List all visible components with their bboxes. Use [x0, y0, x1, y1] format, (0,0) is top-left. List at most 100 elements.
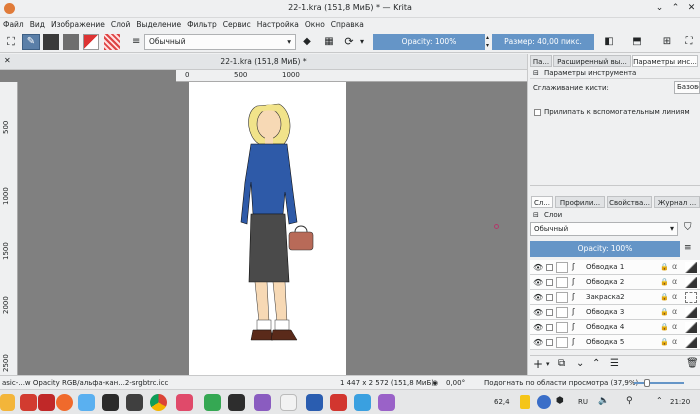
lock-icon[interactable]: 🔒 [660, 278, 669, 286]
swap-colors-icon[interactable] [83, 34, 99, 50]
tab-tool-options[interactable]: Параметры инс... [632, 55, 698, 67]
inherit-alpha-icon[interactable] [685, 322, 697, 333]
inherit-alpha-icon[interactable] [685, 292, 697, 303]
office-app-icon[interactable] [38, 394, 55, 411]
eraser-icon[interactable]: ◆ [300, 34, 314, 50]
visibility-icon[interactable]: 👁 [533, 308, 543, 317]
move-layer-down-icon[interactable]: ⌄ [576, 358, 584, 369]
crop-icon[interactable]: ⛶ [4, 34, 18, 50]
inherit-alpha-icon[interactable] [685, 337, 697, 348]
visibility-icon[interactable]: 👁 [533, 293, 543, 302]
browser-app-icon[interactable] [56, 394, 73, 411]
layer-row[interactable]: 👁 ʃ Обводка 1 🔒 α [530, 260, 700, 275]
alpha-lock-icon[interactable]: α [672, 337, 677, 346]
smoothing-select[interactable]: Базовое [674, 81, 700, 94]
mirror-horizontal-icon[interactable]: ◧ [602, 34, 616, 50]
clock-time[interactable]: 21:20 [670, 398, 690, 406]
zoom-slider[interactable] [634, 382, 684, 384]
app-icon-13[interactable] [280, 394, 297, 411]
blend-mode-select[interactable]: Обычный ▾ [144, 34, 296, 50]
layer-checkbox[interactable] [546, 324, 553, 331]
maximize-icon[interactable]: ⌃ [670, 3, 681, 14]
inherit-alpha-icon[interactable] [685, 307, 697, 318]
close-icon[interactable]: ✕ [686, 3, 697, 14]
chrome-app-icon[interactable] [150, 394, 167, 411]
layer-row[interactable]: 👁 ʃ Обводка 4 🔒 α [530, 320, 700, 335]
brush-preset-icon[interactable]: ✎ [22, 34, 40, 50]
visibility-icon[interactable]: 👁 [533, 323, 543, 332]
visibility-icon[interactable]: 👁 [533, 338, 543, 347]
lock-icon[interactable]: 🔒 [660, 308, 669, 316]
alpha-lock-icon[interactable]: α [672, 292, 677, 301]
tray-app-icon[interactable]: ⬢ [556, 396, 564, 406]
cloud-app-icon[interactable] [78, 394, 95, 411]
layer-opacity-slider[interactable]: Opacity: 100% [530, 241, 680, 257]
image-viewer-icon[interactable] [176, 394, 193, 411]
layer-options-icon[interactable]: ≡ [684, 243, 692, 253]
lock-icon[interactable]: 🔒 [660, 338, 669, 346]
tray-qb-icon[interactable] [537, 395, 551, 409]
menu-tools[interactable]: Сервис [220, 18, 254, 31]
inherit-alpha-icon[interactable] [685, 277, 697, 288]
alpha-lock-icon[interactable]: α [672, 307, 677, 316]
app-icon-7[interactable] [126, 394, 143, 411]
app-icon-16[interactable] [354, 394, 371, 411]
reset-icon[interactable]: ▦ [322, 34, 336, 50]
tray-expand-icon[interactable]: ⌃ [656, 396, 663, 405]
layer-checkbox[interactable] [546, 279, 553, 286]
opacity-slider[interactable]: Opacity: 100% [373, 34, 485, 50]
lock-icon[interactable]: 🔒 [660, 293, 669, 301]
minimize-icon[interactable]: ⌄ [654, 3, 665, 14]
menu-select[interactable]: Выделение [133, 18, 184, 31]
layer-checkbox[interactable] [546, 309, 553, 316]
layer-checkbox[interactable] [546, 294, 553, 301]
tab-advanced-color[interactable]: Расширенный вы... [553, 55, 631, 67]
layer-row[interactable]: 👁 ʃ Обводка 3 🔒 α [530, 305, 700, 320]
menu-settings[interactable]: Настройка [254, 18, 302, 31]
menu-file[interactable]: Файл [0, 18, 27, 31]
gradient-icon[interactable]: ≡ [132, 34, 142, 50]
menu-image[interactable]: Изображение [48, 18, 108, 31]
layer-checkbox[interactable] [546, 264, 553, 271]
alpha-lock-icon[interactable]: α [672, 277, 677, 286]
move-layer-up-icon[interactable]: ⌃ [592, 358, 600, 369]
tab-properties[interactable]: Свойства... [607, 196, 652, 208]
security-app-icon[interactable] [204, 394, 221, 411]
menu-help[interactable]: Справка [328, 18, 367, 31]
network-icon[interactable]: ⚲ [626, 396, 633, 406]
duplicate-layer-icon[interactable]: ⧉ [558, 358, 565, 369]
menu-layer[interactable]: Слой [108, 18, 134, 31]
more-icon[interactable]: ▾ [360, 34, 368, 50]
alpha-lock-icon[interactable]: α [672, 322, 677, 331]
tab-history[interactable]: Журнал ... [654, 196, 700, 208]
pattern-icon[interactable] [104, 34, 120, 50]
pin-icon[interactable]: ⊟ [533, 69, 539, 77]
canvas-scrollbar-indicator[interactable] [494, 224, 499, 229]
layer-checkbox[interactable] [546, 339, 553, 346]
tray-lang[interactable]: RU [578, 398, 588, 406]
reload-icon[interactable]: ⟳ [342, 34, 356, 50]
menu-filter[interactable]: Фильтр [184, 18, 220, 31]
alpha-lock-icon[interactable]: α [672, 262, 677, 271]
tab-brush-presets[interactable]: Профили... [555, 196, 605, 208]
app-icon-12[interactable] [254, 394, 271, 411]
lock-icon[interactable]: 🔒 [660, 263, 669, 271]
bg-color-swatch[interactable] [63, 34, 79, 50]
docker-divider[interactable] [530, 185, 700, 188]
menu-view[interactable]: Вид [27, 18, 48, 31]
add-layer-menu-icon[interactable]: ▾ [546, 360, 550, 368]
zoom-slider-handle[interactable] [644, 379, 650, 387]
files-app-icon[interactable] [0, 394, 15, 411]
size-slider[interactable]: Размер: 40,00 пикс. [492, 34, 594, 50]
krita-app-icon[interactable] [378, 394, 395, 411]
tab-docker-1[interactable]: Па... [530, 55, 552, 67]
fg-color-swatch[interactable] [43, 34, 59, 50]
layer-row[interactable]: 👁 ʃ Обводка 5 🔒 α [530, 335, 700, 350]
app-icon-14[interactable] [306, 394, 323, 411]
canvas-paper[interactable] [189, 82, 346, 375]
tab-layers[interactable]: Сл... [531, 196, 553, 208]
visibility-icon[interactable]: 👁 [533, 263, 543, 272]
volume-icon[interactable]: 🔈 [598, 396, 609, 406]
app-icon-15[interactable] [330, 394, 347, 411]
layer-properties-icon[interactable]: ☰ [610, 358, 619, 369]
